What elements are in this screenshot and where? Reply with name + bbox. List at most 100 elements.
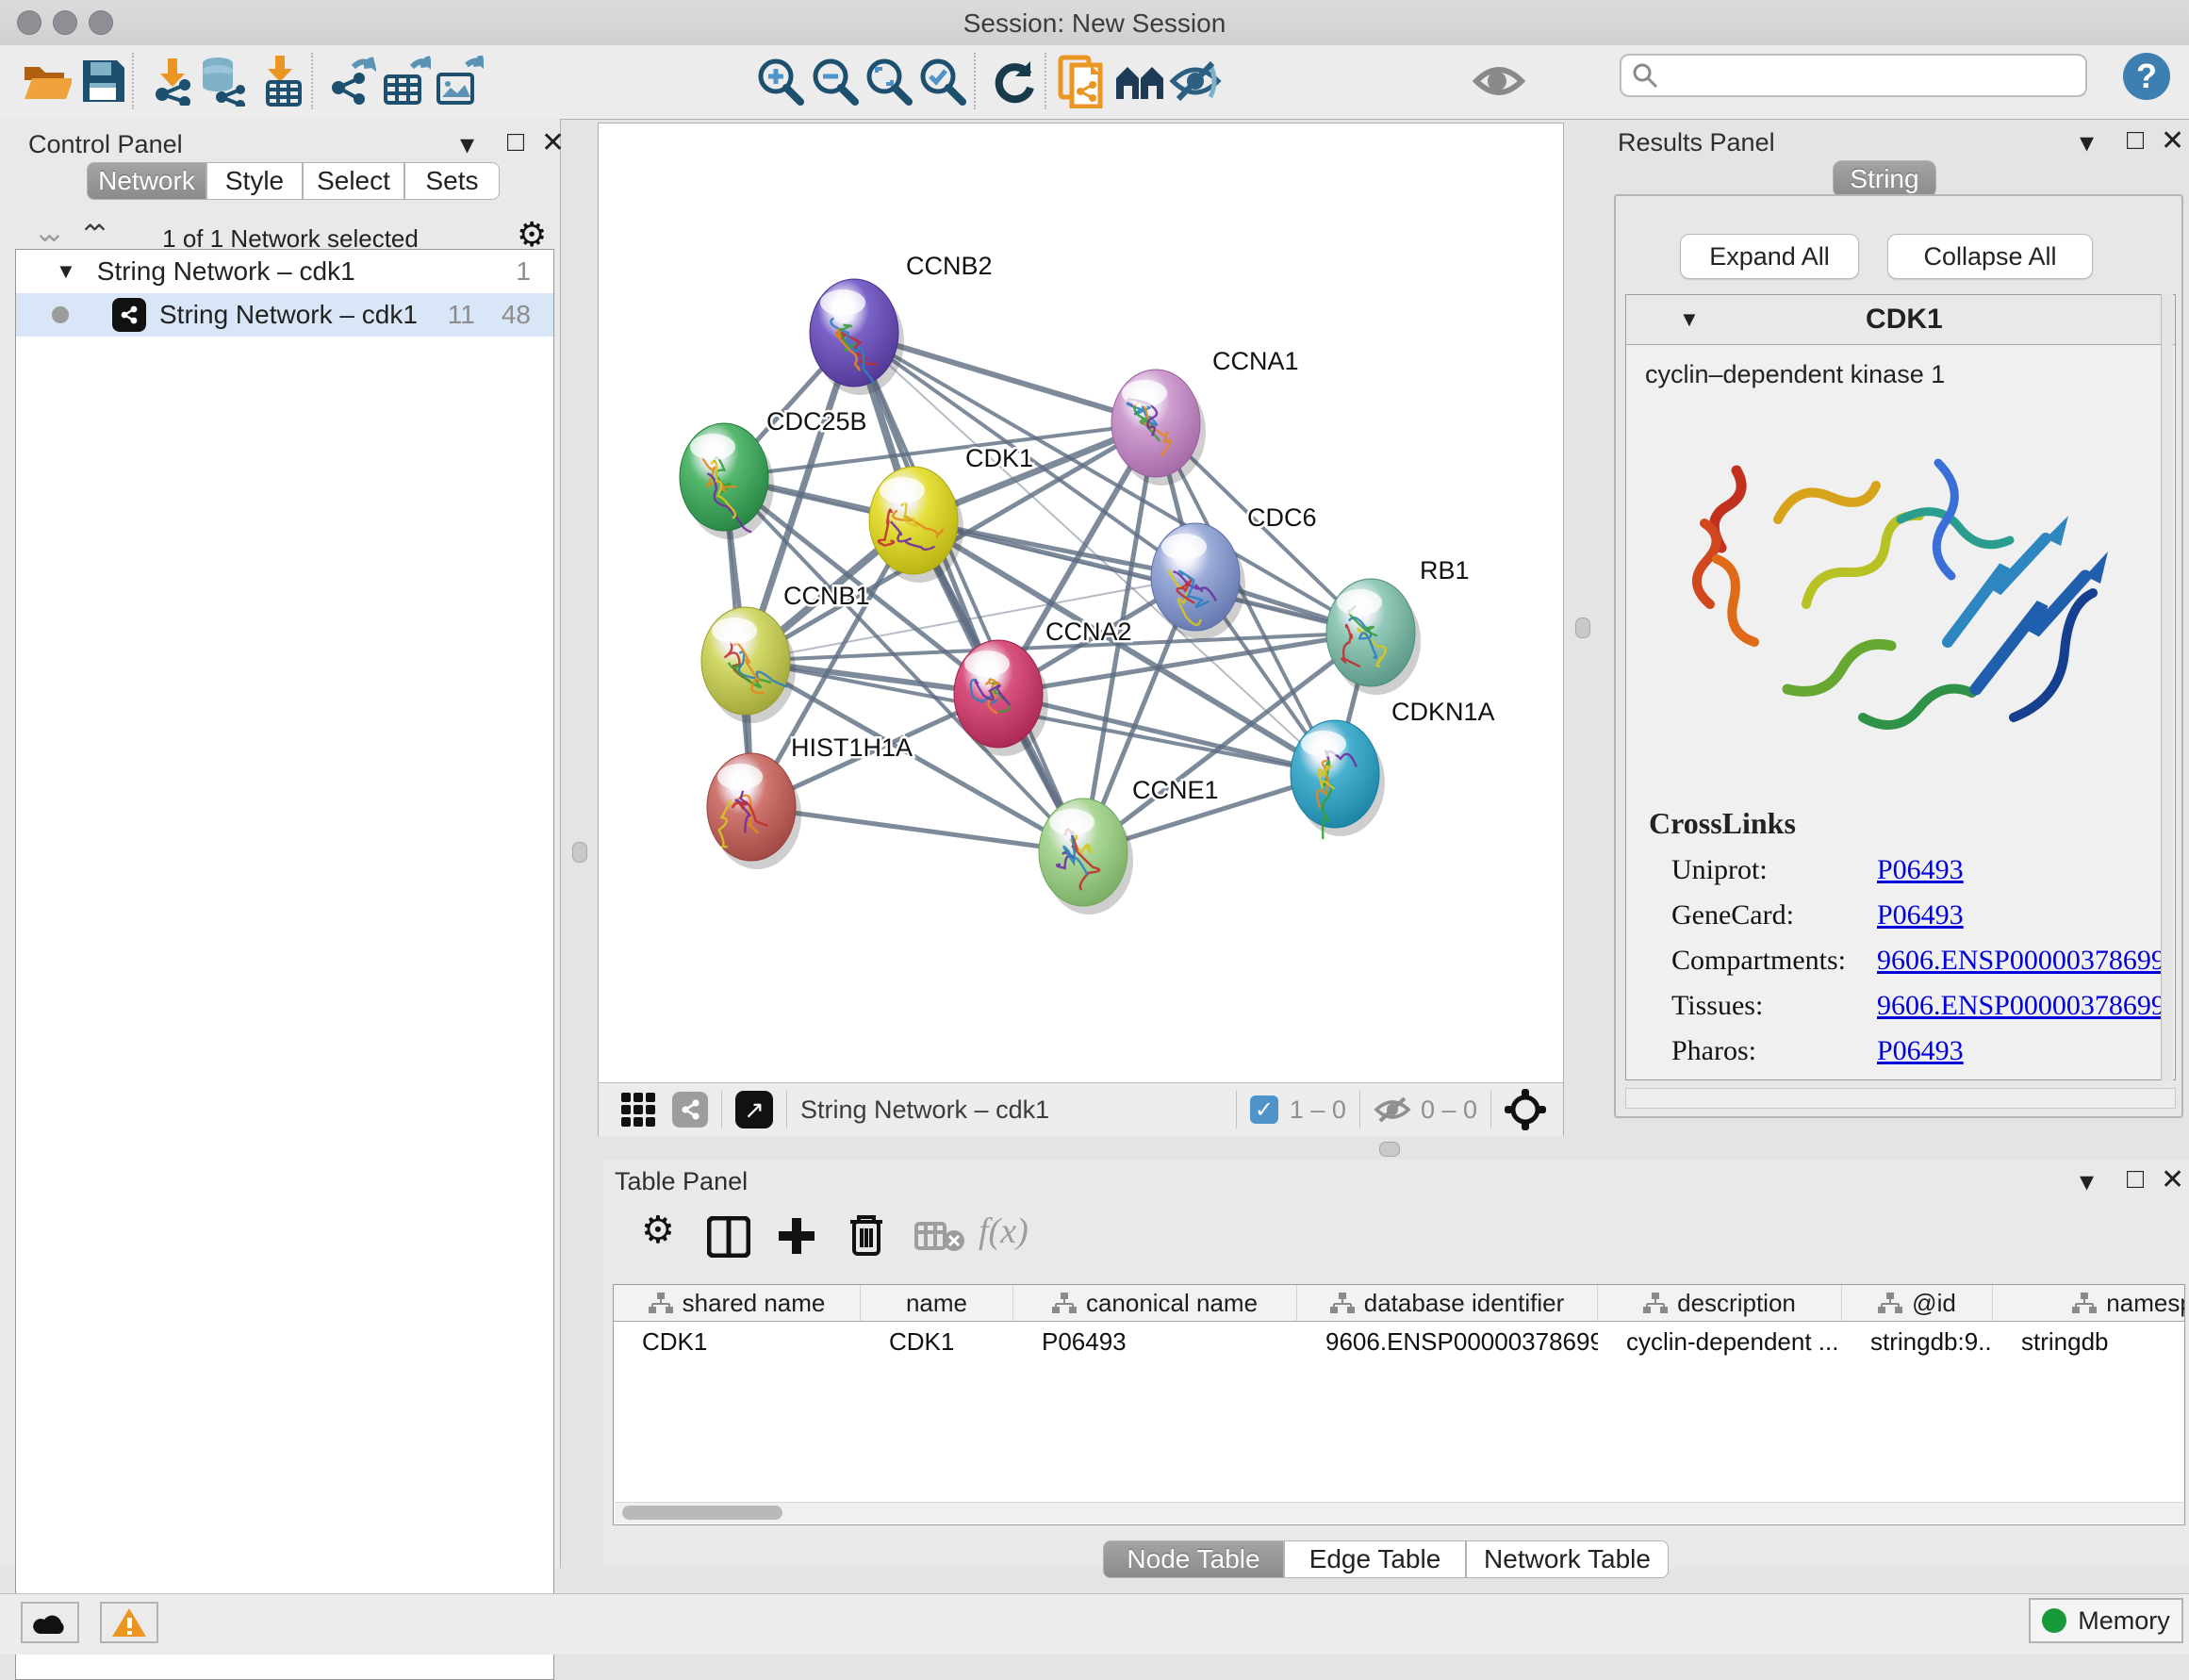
import-network-icon[interactable] bbox=[145, 55, 198, 107]
table-cell[interactable]: CDK1 bbox=[614, 1327, 861, 1357]
table-row[interactable]: CDK1CDK1P064939606.ENSP00000378699cyclin… bbox=[614, 1322, 2184, 1361]
table-cell[interactable]: stringdb:9... bbox=[1842, 1327, 1993, 1357]
crosslink-link[interactable]: 9606.ENSP00000378699 bbox=[1877, 990, 2165, 1022]
delete-table-icon[interactable] bbox=[914, 1220, 965, 1254]
left-splitter-handle[interactable] bbox=[572, 842, 587, 863]
show-columns-icon[interactable] bbox=[707, 1216, 750, 1258]
selected-nodes-checkbox[interactable]: ✓ bbox=[1250, 1095, 1278, 1124]
export-network-icon[interactable] bbox=[324, 55, 377, 107]
tab-select[interactable]: Select bbox=[303, 162, 404, 200]
horizontal-splitter-handle[interactable] bbox=[1379, 1142, 1400, 1157]
collection-expander-icon[interactable]: ▼ bbox=[56, 259, 76, 284]
table-panel-menu-icon[interactable]: ▾ bbox=[2080, 1165, 2094, 1198]
grid-view-icon[interactable] bbox=[621, 1093, 655, 1127]
results-panel-close-icon[interactable]: ✕ bbox=[2161, 124, 2184, 157]
control-panel-menu-icon[interactable]: ▾ bbox=[460, 128, 474, 161]
tab-string[interactable]: String bbox=[1833, 160, 1936, 198]
expand-all-networks-icon[interactable]: ⌃⌃ bbox=[79, 219, 110, 250]
tab-edge-table[interactable]: Edge Table bbox=[1284, 1540, 1466, 1578]
tab-network-table[interactable]: Network Table bbox=[1466, 1540, 1669, 1578]
export-image-icon[interactable] bbox=[432, 55, 485, 107]
birds-eye-view-icon[interactable] bbox=[1505, 1089, 1546, 1130]
expand-all-button[interactable]: Expand All bbox=[1680, 234, 1859, 279]
open-session-icon[interactable] bbox=[21, 55, 74, 107]
table-horizontal-scrollbar[interactable] bbox=[615, 1502, 2185, 1524]
column-header-name[interactable]: name bbox=[861, 1285, 1013, 1321]
global-search-input[interactable] bbox=[1659, 60, 2076, 91]
crosslink-link[interactable]: P06493 bbox=[1877, 1035, 1964, 1067]
column-header-canonical-name[interactable]: canonical name bbox=[1013, 1285, 1297, 1321]
home-networks-icon[interactable] bbox=[1112, 55, 1165, 107]
show-hide-results-icon[interactable] bbox=[1169, 55, 1222, 107]
network-row-selected[interactable]: String Network – cdk1 11 48 bbox=[16, 293, 553, 337]
table-cell[interactable]: stringdb bbox=[1993, 1327, 2185, 1357]
table-cell[interactable]: P06493 bbox=[1013, 1327, 1297, 1357]
results-vertical-scrollbar[interactable] bbox=[2161, 294, 2173, 1080]
node-CCNB1[interactable]: CCNB1 bbox=[701, 582, 870, 723]
zoom-selected-icon[interactable] bbox=[916, 55, 969, 107]
tab-node-table[interactable]: Node Table bbox=[1103, 1540, 1284, 1578]
column-header--id[interactable]: @id bbox=[1842, 1285, 1993, 1321]
column-header-database-identifier[interactable]: database identifier bbox=[1297, 1285, 1598, 1321]
help-icon[interactable]: ? bbox=[2123, 53, 2170, 100]
gene-card-header[interactable]: ▼ CDK1 bbox=[1626, 295, 2175, 345]
table-panel-close-icon[interactable]: ✕ bbox=[2161, 1163, 2184, 1196]
tab-style[interactable]: Style bbox=[206, 162, 303, 200]
import-network-database-icon[interactable] bbox=[196, 55, 249, 107]
zoom-fit-icon[interactable] bbox=[863, 55, 915, 107]
column-header-shared-name[interactable]: shared name bbox=[614, 1285, 861, 1321]
table-cell[interactable]: CDK1 bbox=[861, 1327, 1013, 1357]
tab-sets[interactable]: Sets bbox=[404, 162, 500, 200]
network-canvas[interactable]: CCNB2CCNA1CDC25BCDK1CDC6RB1CCNB1CCNA2CDK… bbox=[599, 124, 1563, 1082]
results-horizontal-scrollbar[interactable] bbox=[1625, 1088, 2176, 1109]
control-panel-close-icon[interactable]: ✕ bbox=[541, 126, 565, 159]
column-header-namespace[interactable]: namespace bbox=[1993, 1285, 2185, 1321]
collapse-all-networks-icon[interactable]: ⌄⌄ bbox=[34, 217, 65, 248]
import-table-icon[interactable] bbox=[255, 55, 307, 107]
export-table-icon[interactable] bbox=[379, 55, 432, 107]
node-CCNA1[interactable]: CCNA1 bbox=[1111, 347, 1299, 486]
zoom-out-icon[interactable] bbox=[809, 55, 862, 107]
save-session-icon[interactable] bbox=[77, 55, 130, 107]
node-CCNE1[interactable]: CCNE1 bbox=[1039, 776, 1219, 914]
refresh-icon[interactable] bbox=[988, 55, 1041, 107]
selected-counts: 1 – 0 bbox=[1290, 1095, 1346, 1125]
crosslink-link[interactable]: P06493 bbox=[1877, 899, 1964, 931]
node-HIST1H1A[interactable]: HIST1H1A bbox=[707, 733, 913, 869]
results-panel-float-icon[interactable]: □ bbox=[2127, 124, 2144, 156]
node-CDC25B[interactable]: CDC25B bbox=[680, 407, 867, 539]
table-cell[interactable]: 9606.ENSP00000378699 bbox=[1297, 1327, 1598, 1357]
node-CDC6[interactable]: CDC6 bbox=[1151, 503, 1317, 639]
tab-network[interactable]: Network bbox=[87, 162, 206, 200]
table-hscroll-thumb[interactable] bbox=[622, 1506, 782, 1520]
node-CDKN1A[interactable]: CDKN1A bbox=[1291, 698, 1495, 839]
create-column-icon[interactable] bbox=[775, 1214, 818, 1258]
table-cell[interactable]: cyclin-dependent ... bbox=[1598, 1327, 1842, 1357]
crosslink-link[interactable]: 9606.ENSP00000378699 bbox=[1877, 945, 2165, 977]
memory-button[interactable]: Memory bbox=[2029, 1598, 2183, 1643]
table-options-gear-icon[interactable]: ⚙ bbox=[641, 1209, 675, 1252]
edge-CCNB2-CCNE1[interactable] bbox=[854, 333, 1083, 852]
eye-icon[interactable] bbox=[1473, 55, 1525, 107]
network-type-icon[interactable] bbox=[672, 1092, 708, 1128]
node-CCNB2[interactable]: CCNB2 bbox=[810, 252, 993, 395]
node-RB1[interactable]: RB1 bbox=[1326, 556, 1470, 695]
table-panel-float-icon[interactable]: □ bbox=[2127, 1163, 2144, 1195]
zoom-in-icon[interactable] bbox=[754, 55, 807, 107]
cloud-status-button[interactable] bbox=[21, 1602, 79, 1643]
column-header-description[interactable]: description bbox=[1598, 1285, 1842, 1321]
gene-card-expander-icon[interactable]: ▼ bbox=[1679, 307, 1700, 332]
right-splitter-handle[interactable] bbox=[1575, 618, 1590, 638]
hidden-eye-slash-icon[interactable] bbox=[1374, 1095, 1411, 1125]
function-builder-icon[interactable]: f(x) bbox=[979, 1211, 1029, 1252]
results-panel-menu-icon[interactable]: ▾ bbox=[2080, 126, 2094, 159]
string-enrichment-icon[interactable] bbox=[1056, 55, 1109, 107]
table-header-row[interactable]: shared namenamecanonical namedatabase id… bbox=[614, 1285, 2184, 1322]
delete-column-icon[interactable] bbox=[847, 1212, 886, 1258]
warning-status-button[interactable] bbox=[100, 1602, 158, 1643]
collapse-all-button[interactable]: Collapse All bbox=[1887, 234, 2093, 279]
control-panel-float-icon[interactable]: □ bbox=[507, 126, 524, 158]
network-collection-row[interactable]: ▼ String Network – cdk1 1 bbox=[16, 250, 553, 293]
detach-view-icon[interactable]: ↗ bbox=[735, 1091, 773, 1128]
crosslink-link[interactable]: P06493 bbox=[1877, 854, 1964, 886]
